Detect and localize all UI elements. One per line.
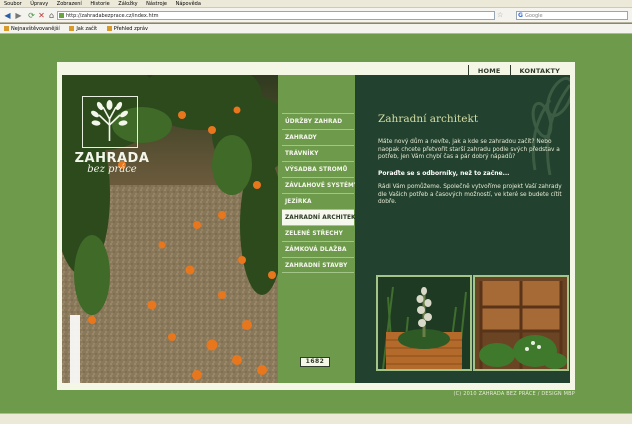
address-bar[interactable]: http://zahradabezprace.cz/index.htm	[57, 11, 495, 20]
home-icon[interactable]: ⌂	[47, 11, 56, 20]
bookmark-item[interactable]: Nejnavštěvovanější	[4, 26, 60, 32]
address-text: http://zahradabezprace.cz/index.htm	[66, 13, 159, 19]
gallery-thumbnail-pergola[interactable]	[473, 275, 569, 371]
stop-icon[interactable]: ✕	[37, 11, 46, 20]
bookmarks-bar: Nejnavštěvovanější Jak začít Přehled zpr…	[0, 24, 632, 34]
rss-icon	[106, 26, 112, 31]
menu-item[interactable]: Údržby zahrad	[282, 113, 354, 129]
menu-item[interactable]: Zahradní stavby	[282, 257, 354, 273]
intro-paragraph: Máte nový dům a nevíte, jak a kde se zah…	[378, 139, 560, 161]
menu-zobrazeni[interactable]: Zobrazení	[57, 1, 82, 7]
content-panel: Zahradní architekt Máte nový dům a nevít…	[355, 75, 570, 383]
side-menu: Údržby zahrad Zahrady Trávníky Výsadba stro…	[282, 113, 360, 273]
menu-nastroje[interactable]: Nástroje	[146, 1, 167, 7]
menu-soubor[interactable]: Soubor	[4, 1, 22, 7]
logo-text: ZAHRADA bez práce	[72, 151, 152, 175]
browser-menubar: Soubor Úpravy Zobrazení Historie Záložky…	[0, 0, 632, 8]
highlight-text: Poraďte se s odborníky, než to začne...	[378, 170, 510, 177]
bookmark-item[interactable]: Jak začít	[69, 26, 97, 32]
bookmark-icon	[69, 26, 75, 31]
side-menu-column: Údržby zahrad Zahrady Trávníky Výsadba stro…	[278, 75, 360, 383]
favicon-icon	[59, 13, 64, 18]
bookmark-icon	[4, 26, 9, 31]
menu-item[interactable]: Trávníky	[282, 145, 354, 161]
back-icon[interactable]: ◀	[3, 11, 12, 20]
body-paragraph: Rádi Vám pomůžeme. Společně vytvoříme pr…	[378, 184, 562, 206]
browser-toolbar: ◀ ▶ ⟳ ✕ ⌂ http://zahradabezprace.cz/inde…	[0, 8, 632, 23]
search-placeholder: Google	[525, 13, 543, 19]
menu-upravy[interactable]: Úpravy	[30, 1, 48, 7]
search-input[interactable]: G Google	[516, 11, 628, 20]
reload-icon[interactable]: ⟳	[27, 11, 36, 20]
menu-item[interactable]: Zahrady	[282, 129, 354, 145]
logo-tree-icon	[82, 96, 138, 148]
menu-item[interactable]: Zelené střechy	[282, 225, 354, 241]
menu-item[interactable]: Zahradní architekt	[282, 209, 360, 225]
menu-item[interactable]: Zámková dlažba	[282, 241, 354, 257]
menu-item[interactable]: Výsadba stromů	[282, 161, 354, 177]
bookmark-item[interactable]: Přehled zpráv	[106, 26, 148, 32]
garden-photo: ZAHRADA bez práce	[62, 75, 278, 383]
copyright-footer: (C) 2010 ZAHRADA BEZ PRÁCE / DESIGN MBP	[453, 391, 575, 397]
page-title: Zahradní architekt	[378, 113, 479, 125]
gallery-thumbnail-plant[interactable]	[376, 275, 472, 371]
menu-zalozky[interactable]: Záložky	[118, 1, 137, 7]
forward-icon[interactable]: ▶	[14, 11, 23, 20]
menu-item[interactable]: Závlahové systémy	[282, 177, 358, 193]
visit-counter: 1682	[300, 357, 330, 367]
menu-napoveda[interactable]: Nápověda	[176, 1, 201, 7]
menu-item[interactable]: Jezírka	[282, 193, 354, 209]
bookmark-star-icon[interactable]: ☆	[497, 11, 503, 20]
google-icon: G	[518, 12, 523, 19]
menu-historie[interactable]: Historie	[90, 1, 109, 7]
browser-status-bar	[0, 413, 632, 424]
